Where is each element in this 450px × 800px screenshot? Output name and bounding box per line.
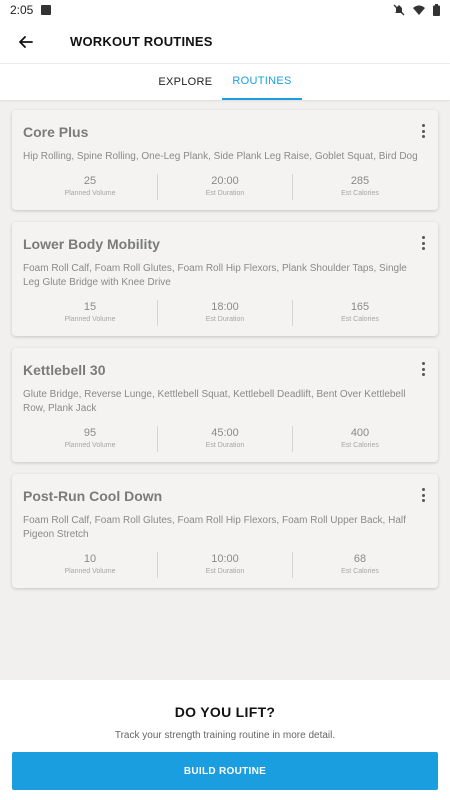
stat-value: 68 (353, 553, 367, 565)
routine-exercises: Glute Bridge, Reverse Lunge, Kettlebell … (23, 389, 406, 414)
stat-label: Est Calories (341, 316, 379, 323)
stat-value: 95 (83, 427, 97, 439)
notification-icon (41, 5, 52, 15)
planned-volume-stat: 10 Planned Volume (23, 552, 157, 578)
routine-card[interactable]: Lower Body Mobility Foam Roll Calf, Foam… (12, 222, 438, 336)
est-calories-stat: 400 Est Calories (292, 426, 427, 452)
est-duration-stat: 20:00 Est Duration (157, 174, 292, 200)
stat-value: 10:00 (211, 553, 239, 565)
routine-name: Kettlebell 30 (23, 362, 106, 378)
back-button[interactable] (0, 20, 52, 64)
routine-exercises: Foam Roll Calf, Foam Roll Glutes, Foam R… (23, 515, 406, 540)
est-duration-stat: 10:00 Est Duration (157, 552, 292, 578)
est-duration-stat: 18:00 Est Duration (157, 300, 292, 326)
routine-name: Post-Run Cool Down (23, 488, 163, 504)
stat-value: 165 (350, 301, 370, 313)
more-options-icon[interactable] (418, 360, 428, 378)
est-calories-stat: 285 Est Calories (292, 174, 427, 200)
promo-panel: DO YOU LIFT? Track your strength trainin… (0, 680, 450, 800)
routine-stats: 15 Planned Volume 18:00 Est Duration 165… (23, 300, 427, 326)
stat-value: 285 (350, 175, 370, 187)
page-title: WORKOUT ROUTINES (70, 34, 213, 49)
status-bar: 2:05 (0, 0, 450, 20)
stat-label: Planned Volume (64, 190, 116, 197)
stat-label: Planned Volume (64, 442, 116, 449)
more-options-icon[interactable] (418, 122, 428, 140)
stat-label: Planned Volume (64, 568, 116, 575)
build-routine-button[interactable]: BUILD ROUTINE (12, 752, 438, 790)
stat-value: 18:00 (211, 301, 239, 313)
stat-label: Est Duration (205, 568, 245, 575)
battery-icon (433, 4, 440, 16)
routine-name: Core Plus (23, 124, 89, 140)
wifi-icon (413, 5, 425, 15)
tab-explore[interactable]: EXPLORE (148, 64, 222, 100)
stat-value: 45:00 (211, 427, 239, 439)
more-options-icon[interactable] (418, 486, 428, 504)
planned-volume-stat: 25 Planned Volume (23, 174, 157, 200)
est-calories-stat: 68 Est Calories (292, 552, 427, 578)
more-options-icon[interactable] (418, 234, 428, 252)
stat-value: 400 (350, 427, 370, 439)
stat-value: 20:00 (211, 175, 239, 187)
est-duration-stat: 45:00 Est Duration (157, 426, 292, 452)
stat-label: Est Calories (341, 568, 379, 575)
est-calories-stat: 165 Est Calories (292, 300, 427, 326)
stat-value: 10 (83, 553, 97, 565)
stat-label: Est Duration (205, 442, 245, 449)
stat-label: Est Duration (205, 190, 245, 197)
routine-list: Core Plus Hip Rolling, Spine Rolling, On… (12, 110, 438, 600)
stat-label: Est Calories (341, 190, 379, 197)
planned-volume-stat: 15 Planned Volume (23, 300, 157, 326)
stat-label: Planned Volume (64, 316, 116, 323)
status-icons (393, 4, 440, 16)
tab-bar: EXPLORE ROUTINES (0, 64, 450, 100)
mute-icon (393, 4, 405, 16)
stat-label: Est Duration (205, 316, 245, 323)
stat-value: 15 (83, 301, 97, 313)
routine-exercises: Foam Roll Calf, Foam Roll Glutes, Foam R… (23, 263, 407, 288)
routine-exercises: Hip Rolling, Spine Rolling, One-Leg Plan… (23, 151, 418, 162)
routine-stats: 25 Planned Volume 20:00 Est Duration 285… (23, 174, 427, 200)
routine-card[interactable]: Post-Run Cool Down Foam Roll Calf, Foam … (12, 474, 438, 588)
routine-stats: 10 Planned Volume 10:00 Est Duration 68 … (23, 552, 427, 578)
status-time: 2:05 (10, 3, 34, 17)
arrow-left-icon (19, 35, 33, 48)
stat-label: Est Calories (341, 442, 379, 449)
routine-card[interactable]: Kettlebell 30 Glute Bridge, Reverse Lung… (12, 348, 438, 462)
stat-value: 25 (83, 175, 97, 187)
tab-routines[interactable]: ROUTINES (222, 64, 302, 100)
promo-subtitle: Track your strength training routine in … (114, 730, 336, 741)
planned-volume-stat: 95 Planned Volume (23, 426, 157, 452)
routine-card[interactable]: Core Plus Hip Rolling, Spine Rolling, On… (12, 110, 438, 210)
routine-stats: 95 Planned Volume 45:00 Est Duration 400… (23, 426, 427, 452)
promo-title: DO YOU LIFT? (174, 704, 276, 720)
app-bar: WORKOUT ROUTINES (0, 20, 450, 64)
routine-name: Lower Body Mobility (23, 236, 160, 252)
